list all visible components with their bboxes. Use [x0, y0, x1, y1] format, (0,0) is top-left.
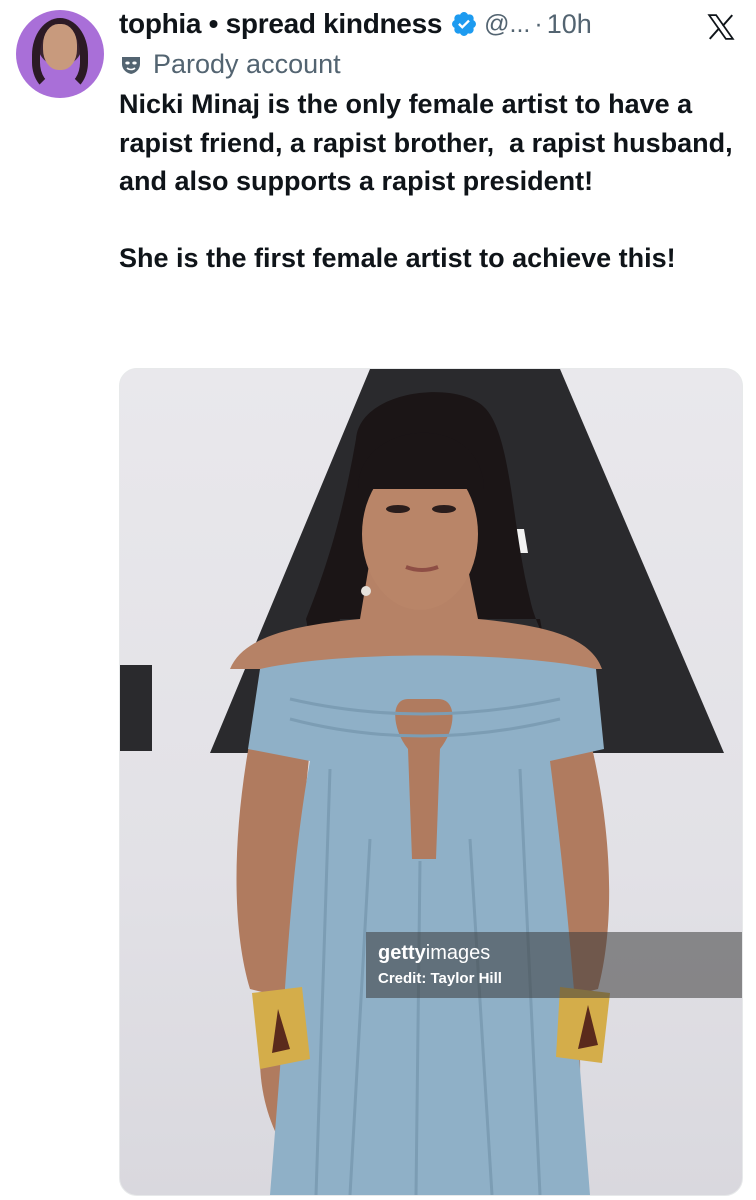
x-logo-icon [707, 14, 735, 40]
post-image[interactable]: gettyimages Credit: Taylor Hill [119, 368, 743, 1196]
post-text: Nicki Minaj is the only female artist to… [119, 89, 733, 274]
avatar-face [43, 24, 77, 70]
photo-credit: Credit: Taylor Hill [378, 970, 502, 987]
getty-brand-bold: getty [378, 942, 426, 964]
separator: · [534, 9, 543, 38]
getty-watermark: gettyimages Credit: Taylor Hill [366, 932, 742, 998]
avatar[interactable] [16, 10, 104, 98]
verified-badge-icon [452, 12, 477, 36]
display-name[interactable]: tophia • spread kindness [119, 8, 442, 40]
post-header: tophia • spread kindness @... · 10h [119, 4, 639, 44]
getty-brand: gettyimages [378, 942, 730, 964]
getty-brand-light: images [425, 942, 491, 964]
photo-illustration [120, 369, 724, 1195]
parody-label: Parody account [119, 49, 341, 80]
mask-icon [122, 56, 140, 74]
handle[interactable]: @... [484, 10, 530, 39]
post-time[interactable]: 10h [547, 9, 592, 40]
parody-account-text: Parody account [153, 49, 341, 79]
